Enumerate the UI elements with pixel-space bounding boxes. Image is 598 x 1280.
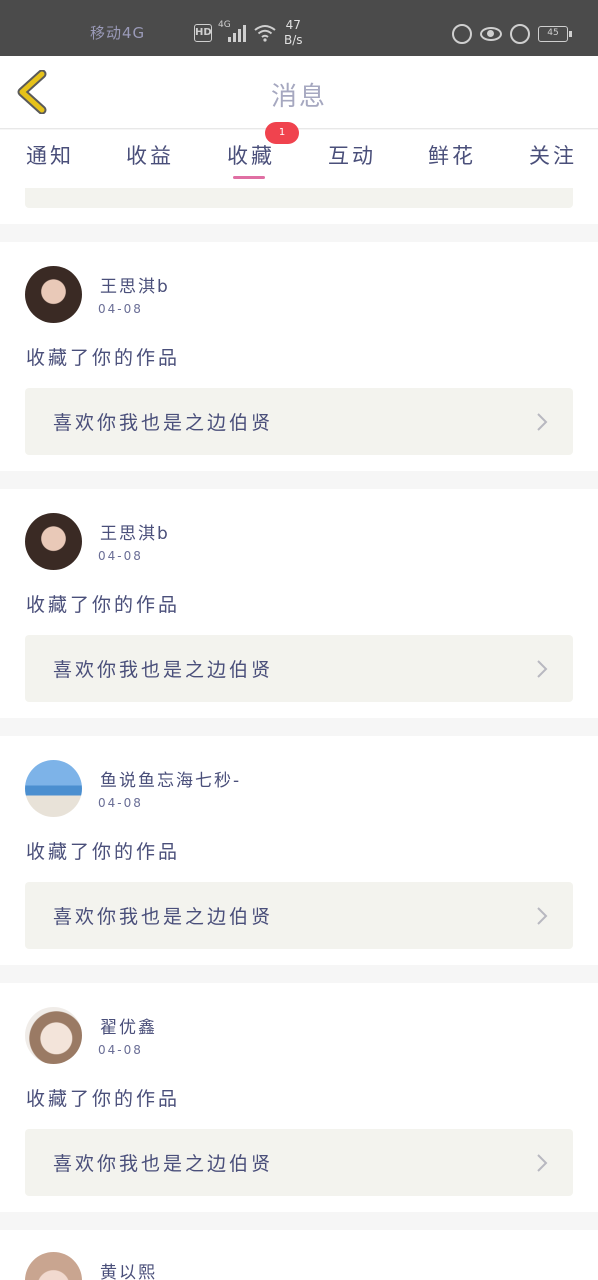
list-item: 黄以熙 <box>0 1230 598 1280</box>
network-speed: 47 B/s <box>284 18 303 48</box>
alarm-icon <box>510 24 530 44</box>
work-title: 喜欢你我也是之边伯贤 <box>53 906 274 928</box>
signal-icon <box>228 24 250 42</box>
tab-notifications[interactable]: 通知 <box>26 140 74 170</box>
action-text: 收藏了你的作品 <box>26 347 181 369</box>
chevron-right-icon <box>537 907 548 925</box>
avatar[interactable] <box>25 1007 82 1064</box>
work-link[interactable]: 喜欢你我也是之边伯贤 <box>25 1129 573 1196</box>
nfc-icon <box>452 24 472 44</box>
tab-bar: 通知 收益 收藏 互动 鲜花 关注 <box>0 130 598 188</box>
avatar[interactable] <box>25 513 82 570</box>
chevron-right-icon <box>537 1154 548 1172</box>
carrier-label: 移动4G <box>90 24 146 42</box>
status-bar: 移动4G HD 4G 47 B/s 45 <box>0 0 598 56</box>
date: 04-08 <box>98 796 143 810</box>
nav-header: 消息 <box>0 56 598 129</box>
work-link[interactable]: 喜欢你我也是之边伯贤 <box>25 882 573 949</box>
chevron-right-icon <box>537 660 548 678</box>
speed-unit: B/s <box>284 33 303 47</box>
status-icons: 45 <box>452 24 572 44</box>
tab-interactions[interactable]: 互动 <box>328 140 376 170</box>
list-item: 翟优鑫 04-08 收藏了你的作品 喜欢你我也是之边伯贤 <box>0 983 598 1212</box>
work-link[interactable]: 喜欢你我也是之边伯贤 <box>25 388 573 455</box>
date: 04-08 <box>98 1043 143 1057</box>
date: 04-08 <box>98 302 143 316</box>
page-title: 消息 <box>270 82 327 112</box>
tab-favorites[interactable]: 收藏 <box>227 140 275 170</box>
avatar[interactable] <box>25 1252 82 1280</box>
hd-icon: HD <box>194 24 212 42</box>
eye-comfort-icon <box>480 27 502 41</box>
battery-icon: 45 <box>538 26 572 42</box>
work-title: 喜欢你我也是之边伯贤 <box>53 412 274 434</box>
date: 04-08 <box>98 549 143 563</box>
avatar[interactable] <box>25 266 82 323</box>
username[interactable]: 黄以熙 <box>100 1258 157 1280</box>
tab-badge: 1 <box>265 122 299 144</box>
list-item: 王思淇b 04-08 收藏了你的作品 喜欢你我也是之边伯贤 <box>0 489 598 718</box>
username[interactable]: 王思淇b <box>100 519 170 544</box>
speed-value: 47 <box>285 18 301 32</box>
username[interactable]: 王思淇b <box>100 272 170 297</box>
username[interactable]: 鱼说鱼忘海七秒- <box>100 766 241 791</box>
tab-earnings[interactable]: 收益 <box>126 140 174 170</box>
tab-following[interactable]: 关注 <box>529 140 577 170</box>
wifi-icon <box>254 25 276 42</box>
action-text: 收藏了你的作品 <box>26 594 181 616</box>
work-box-partial[interactable] <box>25 188 573 208</box>
tab-flowers[interactable]: 鲜花 <box>428 140 476 170</box>
work-title: 喜欢你我也是之边伯贤 <box>53 1153 274 1175</box>
list-item: 鱼说鱼忘海七秒- 04-08 收藏了你的作品 喜欢你我也是之边伯贤 <box>0 736 598 965</box>
work-link[interactable]: 喜欢你我也是之边伯贤 <box>25 635 573 702</box>
work-title: 喜欢你我也是之边伯贤 <box>53 659 274 681</box>
avatar[interactable] <box>25 760 82 817</box>
chevron-right-icon <box>537 413 548 431</box>
action-text: 收藏了你的作品 <box>26 1088 181 1110</box>
action-text: 收藏了你的作品 <box>26 841 181 863</box>
active-tab-indicator <box>233 176 265 179</box>
username[interactable]: 翟优鑫 <box>100 1013 157 1038</box>
list-item: 王思淇b 04-08 收藏了你的作品 喜欢你我也是之边伯贤 <box>0 242 598 471</box>
